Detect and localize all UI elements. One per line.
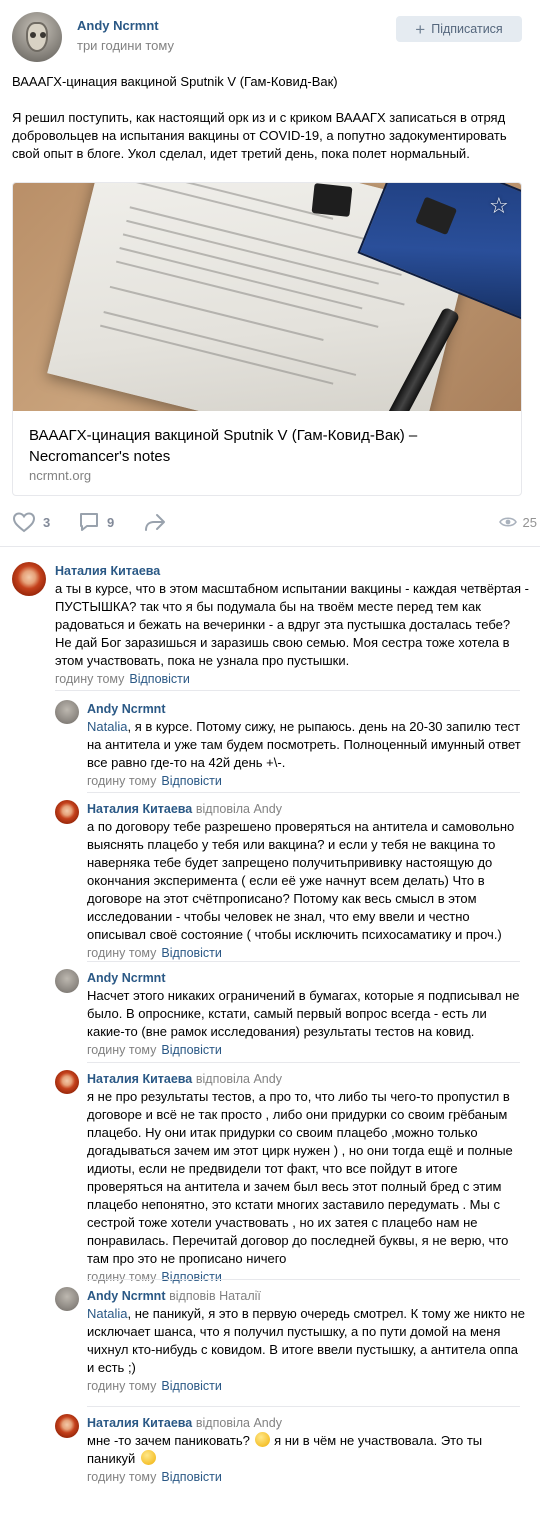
comment-meta: годину тому Відповісти [87, 1268, 527, 1286]
reply-to-label[interactable]: відповів Наталії [169, 1289, 261, 1303]
comment-separator [55, 690, 520, 691]
commenter-avatar[interactable] [55, 1414, 79, 1438]
subscribe-label: Підписатися [431, 22, 503, 36]
comment-time[interactable]: годину тому [87, 1470, 156, 1484]
comment-text: Насчет этого никаких ограничений в бумаг… [87, 988, 520, 1039]
link-title[interactable]: ВАААГХ-цинация вакциной Sputnik V (Гам-К… [29, 425, 509, 467]
comment-body: , я в курсе. Потому сижу, не рыпаюсь. де… [87, 719, 521, 770]
reply-to-label[interactable]: відповіла Andy [196, 802, 282, 816]
post-actions: 3 9 25 [0, 508, 557, 536]
post-text: ВАААГХ-цинация вакциной Sputnik V (Гам-К… [12, 73, 537, 181]
comment-text: я не про результаты тестов, а про то, чт… [87, 1089, 513, 1266]
like-count: 3 [43, 514, 51, 530]
reply-to-label[interactable]: відповіла Andy [196, 1072, 282, 1086]
comment-separator [87, 1279, 520, 1280]
post: Andy Ncrmnt три години тому + Підписатис… [0, 0, 557, 547]
post-divider [0, 546, 540, 547]
reply-to-label[interactable]: відповіла Andy [196, 1416, 282, 1430]
mention-link[interactable]: Natalia [87, 1306, 127, 1321]
commenter-avatar[interactable] [55, 969, 79, 993]
comment-meta: годину тому Відповісти [87, 944, 527, 962]
comment-author[interactable]: Andy Ncrmnt [87, 702, 165, 716]
comment-separator [87, 792, 520, 793]
comment-text: Natalia, не паникуй, я это в первую очер… [87, 1305, 527, 1377]
comment-time[interactable]: годину тому [87, 946, 156, 960]
comment-separator [87, 1406, 520, 1407]
comment-text: а ты в курсе, что в этом масштабном испы… [55, 581, 530, 668]
comment-body: мне -то зачем паниковать? [87, 1433, 254, 1448]
reply-button[interactable]: Відповісти [161, 774, 222, 788]
comment-meta: годину тому Відповісти [87, 1041, 527, 1059]
share-button[interactable] [143, 508, 167, 536]
comment-time[interactable]: годину тому [87, 1043, 156, 1057]
comment-author[interactable]: Наталия Китаева [87, 802, 192, 816]
comment-separator [87, 961, 520, 962]
reply-button[interactable]: Відповісти [161, 1470, 222, 1484]
commenter-avatar[interactable] [55, 800, 79, 824]
subscribe-button[interactable]: + Підписатися [396, 16, 522, 42]
views-counter: 25 [498, 508, 537, 536]
reply-button[interactable]: Відповісти [161, 1270, 222, 1284]
post-title-line: ВАААГХ-цинация вакциной Sputnik V (Гам-К… [12, 74, 338, 89]
comment-time[interactable]: годину тому [87, 774, 156, 788]
author-avatar[interactable] [12, 12, 62, 62]
comment-count: 9 [107, 514, 115, 530]
commenter-avatar[interactable] [55, 1287, 79, 1311]
author-name[interactable]: Andy Ncrmnt [77, 18, 159, 33]
comment-meta: годину тому Відповісти [55, 670, 530, 688]
mention-link[interactable]: Natalia [87, 719, 127, 734]
comment-time[interactable]: годину тому [87, 1379, 156, 1393]
share-icon [145, 514, 165, 531]
comment-separator [87, 1062, 520, 1063]
smirk-emoji-icon [255, 1432, 271, 1447]
comment-time[interactable]: годину тому [87, 1270, 156, 1284]
link-domain[interactable]: ncrmnt.org [29, 468, 91, 483]
comment-meta: годину тому Відповісти [87, 1377, 527, 1395]
eye-icon [498, 517, 517, 527]
comment-body: , не паникуй, я это в первую очередь смо… [87, 1306, 525, 1375]
comment-icon [80, 513, 98, 531]
link-image[interactable]: ☆ [13, 183, 521, 411]
like-button[interactable]: 3 [12, 508, 50, 536]
plus-icon: + [415, 19, 426, 39]
sd-card-photo [311, 183, 353, 217]
views-count: 25 [522, 514, 537, 530]
comment-meta: годину тому Відповісти [87, 1468, 527, 1486]
comment-text: мне -то зачем паниковать? я ни в чём не … [87, 1432, 527, 1468]
reply-button[interactable]: Відповісти [161, 946, 222, 960]
link-card[interactable]: ☆ ВАААГХ-цинация вакциной Sputnik V (Гам… [12, 182, 522, 496]
commenter-avatar[interactable] [12, 562, 46, 596]
reply-button[interactable]: Відповісти [161, 1043, 222, 1057]
reply-button[interactable]: Відповісти [161, 1379, 222, 1393]
comment-time[interactable]: годину тому [55, 672, 124, 686]
comment-author[interactable]: Наталия Китаева [55, 564, 160, 578]
comment-author[interactable]: Наталия Китаева [87, 1072, 192, 1086]
comment-author[interactable]: Andy Ncrmnt [87, 971, 165, 985]
post-body: Я решил поступить, как настоящий орк из … [12, 110, 507, 161]
comment-text: Natalia, я в курсе. Потому сижу, не рыпа… [87, 718, 527, 772]
comment-author[interactable]: Andy Ncrmnt [87, 1289, 165, 1303]
comment-button[interactable]: 9 [78, 508, 114, 536]
post-time[interactable]: три години тому [77, 38, 174, 53]
laughing-emoji-icon [140, 1450, 156, 1465]
comment-text: а по договору тебе разрешено проверяться… [87, 819, 515, 942]
reply-button[interactable]: Відповісти [129, 672, 190, 686]
star-icon[interactable]: ☆ [489, 195, 511, 217]
heart-icon [12, 512, 36, 533]
comment-author[interactable]: Наталия Китаева [87, 1416, 192, 1430]
commenter-avatar[interactable] [55, 700, 79, 724]
commenter-avatar[interactable] [55, 1070, 79, 1094]
comment-meta: годину тому Відповісти [87, 772, 527, 790]
